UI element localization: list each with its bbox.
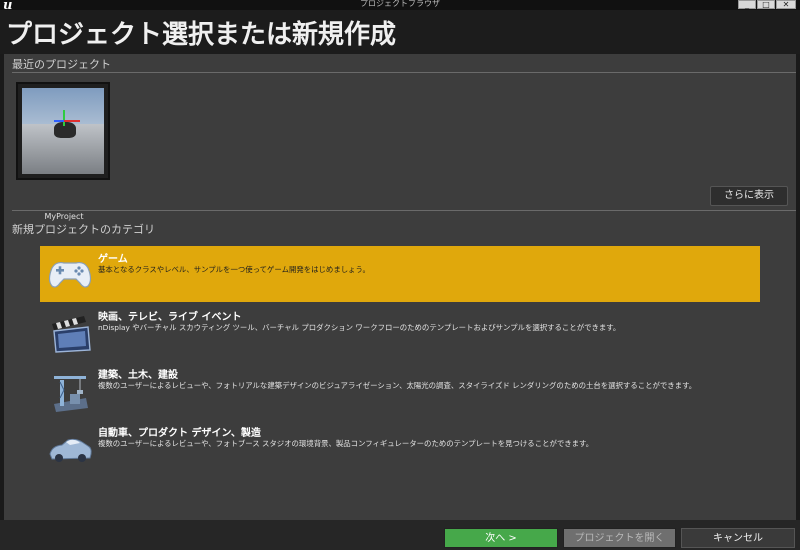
category-game[interactable]: ゲーム 基本となるクラスやレベル、サンプルを一つ使ってゲーム開発をはじめましょう… [40,246,760,302]
category-title: 映画、テレビ、ライブ イベント [98,312,242,323]
page-title: プロジェクト選択または新規作成 [6,20,397,50]
show-more-button[interactable]: さらに表示 [710,186,788,206]
project-name: MyProject [44,212,84,221]
open-project-button[interactable]: プロジェクトを開く [563,528,676,548]
divider [12,72,796,73]
category-description: 基本となるクラスやレベル、サンプルを一つ使ってゲーム開発をはじめましょう。 [98,265,370,274]
category-description: nDisplay やバーチャル スカウティング ツール、バーチャル プロダクショ… [98,323,621,332]
category-title: ゲーム [98,254,128,265]
car-icon [49,438,92,462]
recent-project-tile[interactable]: MyProject [16,82,112,221]
footer-bar: 次へ > プロジェクトを開く キャンセル [0,520,800,550]
divider [12,210,796,211]
category-title: 建築、土木、建設 [98,370,178,381]
window-title: プロジェクトブラウザ [360,0,440,8]
category-film-tv-live-events[interactable]: 映画、テレビ、ライブ イベント nDisplay やバーチャル スカウティング … [40,304,760,360]
clapperboard-icon [52,316,91,353]
close-button[interactable]: ✕ [776,0,796,9]
new-project-categories-label: 新規プロジェクトのカテゴリ [12,223,155,236]
category-description: 複数のユーザーによるレビューや、フォトリアルな建築デザインのビジュアライゼーショ… [98,381,697,390]
cancel-button[interactable]: キャンセル [681,528,795,548]
gamepad-icon [48,261,92,288]
recent-projects-label: 最近のプロジェクト [12,58,111,71]
category-description: 複数のユーザーによるレビューや、フォトブース スタジオの環境背景、製品コンフィギ… [98,439,594,448]
window-titlebar: u プロジェクトブラウザ _ □ ✕ [0,0,800,12]
category-automotive-product-design-manufacturing[interactable]: 自動車、プロダクト デザイン、製造 複数のユーザーによるレビューや、フォトブース… [40,420,760,476]
main-panel: 最近のプロジェクト MyProject さらに表示 新規プロジェクトのカテゴリ … [4,54,796,520]
category-title: 自動車、プロダクト デザイン、製造 [98,428,261,439]
category-architecture-engineering-construction[interactable]: 建築、土木、建設 複数のユーザーによるレビューや、フォトリアルな建築デザインのビ… [40,362,760,418]
project-thumbnail[interactable] [16,82,110,180]
header: プロジェクト選択または新規作成 [0,10,800,54]
maximize-button[interactable]: □ [757,0,775,9]
crane-icon [54,376,88,412]
minimize-button[interactable]: _ [738,0,756,9]
next-button[interactable]: 次へ > [444,528,558,548]
